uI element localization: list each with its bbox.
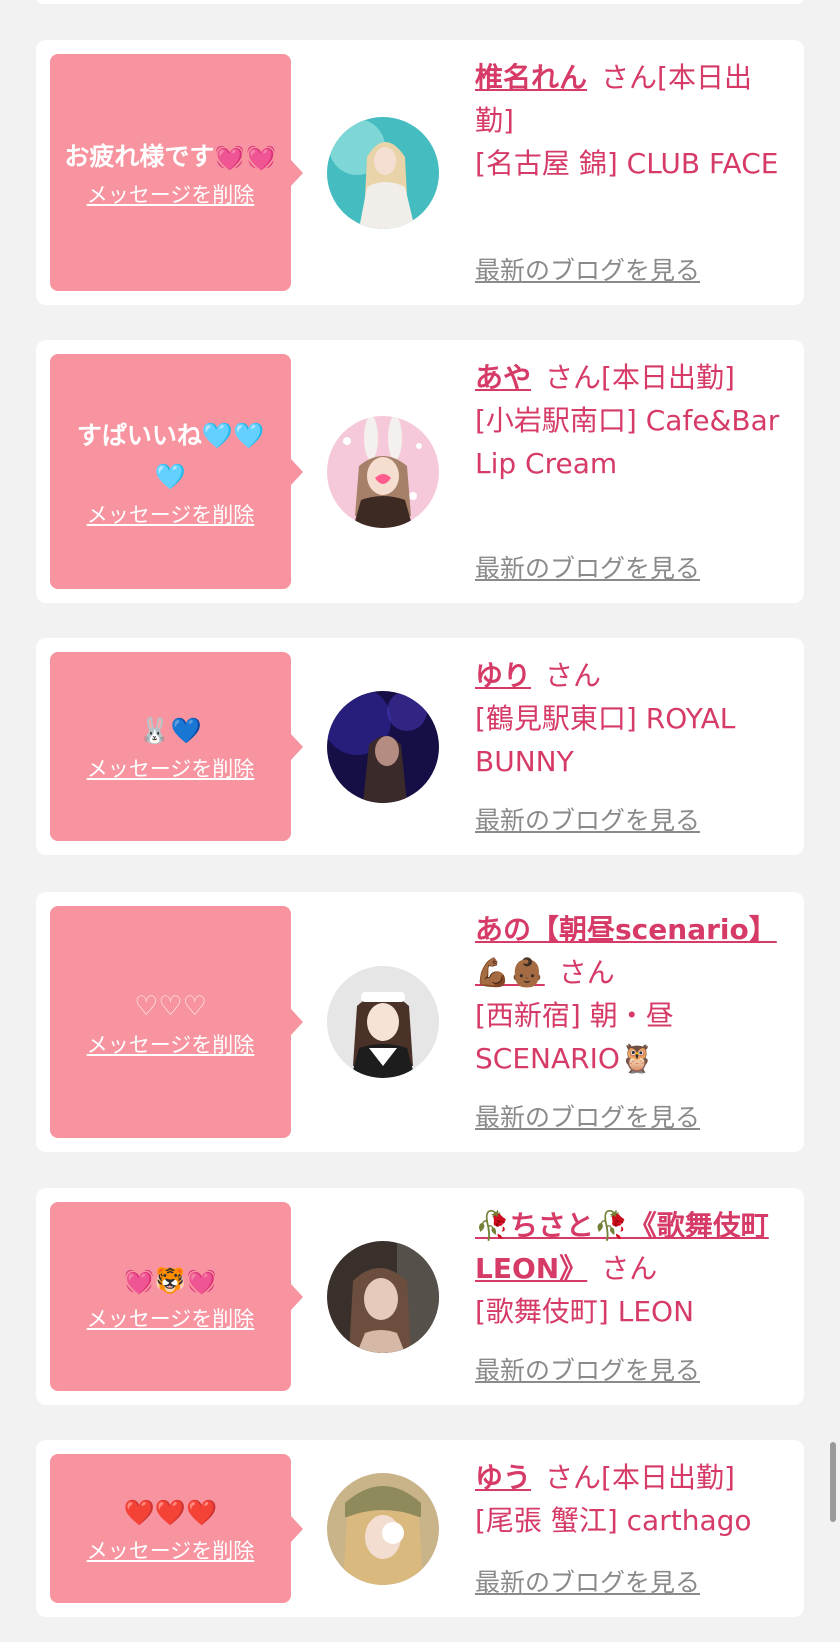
latest-blog-link[interactable]: 最新のブログを見る (475, 549, 700, 585)
message-card: すぱいいね🩵🩵🩵 メッセージを削除 あや さん[本日出勤] [小岩駅南口] Caf… (36, 340, 804, 603)
message-text: 💓🐯💓 (123, 1266, 218, 1295)
cast-info: 椎名れん さん[本日出勤] [名古屋 錦] CLUB FACE (475, 56, 790, 185)
delete-message-link[interactable]: メッセージを削除 (87, 499, 255, 529)
cast-suffix: さん (545, 659, 602, 692)
message-bubble: 💓🐯💓 メッセージを削除 (50, 1202, 303, 1391)
cast-suffix: さん[本日出勤] (545, 361, 735, 394)
message-bubble: お疲れ様です💓💓 メッセージを削除 (50, 54, 303, 291)
avatar[interactable] (327, 415, 439, 528)
shop-name: [西新宿] 朝・昼SCENARIO🦉 (475, 999, 674, 1075)
avatar[interactable] (327, 690, 439, 803)
shop-name: [尾張 蟹江] carthago (475, 1504, 752, 1537)
message-text: ♡♡♡ (134, 990, 207, 1022)
shop-name: [名古屋 錦] CLUB FACE (475, 147, 779, 180)
message-card: 🐰💙 メッセージを削除 ゆり さん [鶴見駅東口] ROYAL BUNNY 最新の… (36, 638, 804, 855)
latest-blog-link[interactable]: 最新のブログを見る (475, 1098, 700, 1134)
delete-message-link[interactable]: メッセージを削除 (87, 753, 255, 783)
delete-message-link[interactable]: メッセージを削除 (87, 1303, 255, 1333)
avatar[interactable] (327, 116, 439, 229)
message-bubble: ❤️❤️❤️ メッセージを削除 (50, 1454, 303, 1603)
cast-name-link[interactable]: ゆう (475, 1461, 531, 1494)
cast-name-link[interactable]: 椎名れん (475, 61, 587, 94)
message-text: ❤️❤️❤️ (123, 1498, 218, 1527)
latest-blog-link[interactable]: 最新のブログを見る (475, 1351, 700, 1387)
avatar-image (327, 966, 439, 1078)
cast-info: ゆり さん [鶴見駅東口] ROYAL BUNNY (475, 654, 790, 783)
avatar-image (327, 116, 439, 229)
avatar[interactable] (327, 966, 439, 1078)
message-card: 💓🐯💓 メッセージを削除 🥀ちさと🥀《歌舞伎町LEON》 さん [歌舞伎町] LE… (36, 1188, 804, 1405)
avatar-image (327, 1240, 439, 1353)
avatar-image (327, 690, 439, 803)
latest-blog-link[interactable]: 最新のブログを見る (475, 801, 700, 837)
cast-name-link[interactable]: ゆり (475, 659, 531, 692)
cast-name-link[interactable]: あの【朝昼scenario】💪🏾👶🏾 (475, 913, 777, 989)
cast-suffix: さん (601, 1252, 658, 1285)
message-text: 🐰💙 (139, 716, 202, 745)
message-bubble: ♡♡♡ メッセージを削除 (50, 906, 303, 1138)
latest-blog-link[interactable]: 最新のブログを見る (475, 1563, 700, 1599)
message-text: お疲れ様です💓💓 (64, 142, 277, 171)
message-card: ♡♡♡ メッセージを削除 あの【朝昼scenario】💪🏾👶🏾 さん [西新宿] … (36, 892, 804, 1152)
avatar-image (327, 1472, 439, 1585)
cast-suffix: さん (558, 956, 615, 989)
cast-suffix: さん[本日出勤] (545, 1461, 735, 1494)
shop-name: [歌舞伎町] LEON (475, 1295, 695, 1328)
delete-message-link[interactable]: メッセージを削除 (87, 1535, 255, 1565)
message-text: すぱいいね🩵🩵🩵 (76, 420, 265, 491)
latest-blog-link[interactable]: 最新のブログを見る (475, 251, 700, 287)
delete-message-link[interactable]: メッセージを削除 (87, 1029, 255, 1059)
previous-card-bottom (36, 0, 804, 4)
cast-info: 🥀ちさと🥀《歌舞伎町LEON》 さん [歌舞伎町] LEON (475, 1204, 790, 1333)
delete-message-link[interactable]: メッセージを削除 (87, 179, 255, 209)
message-bubble: 🐰💙 メッセージを削除 (50, 652, 303, 841)
cast-info: あや さん[本日出勤] [小岩駅南口] Cafe&Bar Lip Cream (475, 356, 790, 485)
message-bubble: すぱいいね🩵🩵🩵 メッセージを削除 (50, 354, 303, 589)
cast-name-link[interactable]: あや (475, 361, 531, 394)
scrollbar-thumb[interactable] (830, 1442, 836, 1522)
avatar[interactable] (327, 1472, 439, 1585)
message-card: お疲れ様です💓💓 メッセージを削除 椎名れん さん[本日出勤] [名古屋 錦] C… (36, 40, 804, 305)
shop-name: [鶴見駅東口] ROYAL BUNNY (475, 702, 736, 778)
message-card: ❤️❤️❤️ メッセージを削除 ゆう さん[本日出勤] [尾張 蟹江] carth… (36, 1440, 804, 1617)
cast-info: あの【朝昼scenario】💪🏾👶🏾 さん [西新宿] 朝・昼SCENARIO🦉 (475, 908, 790, 1080)
shop-name: [小岩駅南口] Cafe&Bar Lip Cream (475, 404, 780, 480)
avatar-image (327, 415, 439, 528)
avatar[interactable] (327, 1240, 439, 1353)
cast-info: ゆう さん[本日出勤] [尾張 蟹江] carthago (475, 1456, 790, 1542)
